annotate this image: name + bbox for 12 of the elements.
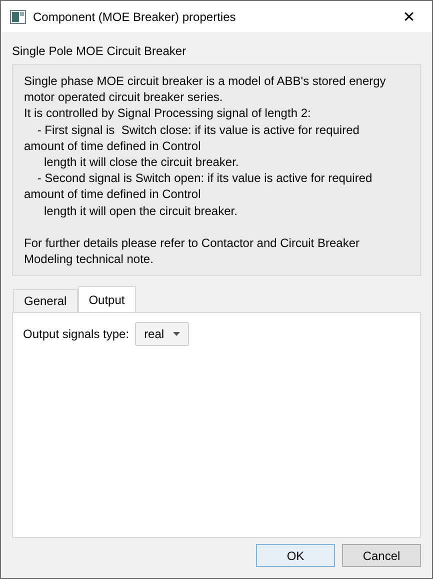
caret-icon — [173, 332, 180, 336]
window-icon — [10, 10, 26, 24]
close-button[interactable]: ✕ — [386, 1, 432, 32]
description-text: Single phase MOE circuit breaker is a model of ABB's stored energy motor operated circuit breaker series. It is controlled by Signal Processing signal of length 2: - First signal is Switch close: if its value is active for required amount of time defined in Control length it will close the circuit breaker. - Second signal is Switch open: if its value is active for required amount of time defined in Control length it will open the circuit breaker. For further details please refer to Contactor and Circuit Breaker Modeling technical note. — [12, 64, 421, 276]
component-heading: Single Pole MOE Circuit Breaker — [12, 43, 188, 60]
type-dropdown[interactable]: real — [135, 322, 190, 346]
window-title: Component (MOE Breaker) properties — [33, 10, 237, 24]
field-label: Output signals type: — [23, 327, 130, 341]
ok-button[interactable]: OK — [256, 544, 335, 567]
tab[interactable]: General — [13, 289, 78, 312]
cancel-button[interactable]: Cancel — [342, 544, 421, 567]
tab[interactable]: Output — [78, 286, 136, 312]
